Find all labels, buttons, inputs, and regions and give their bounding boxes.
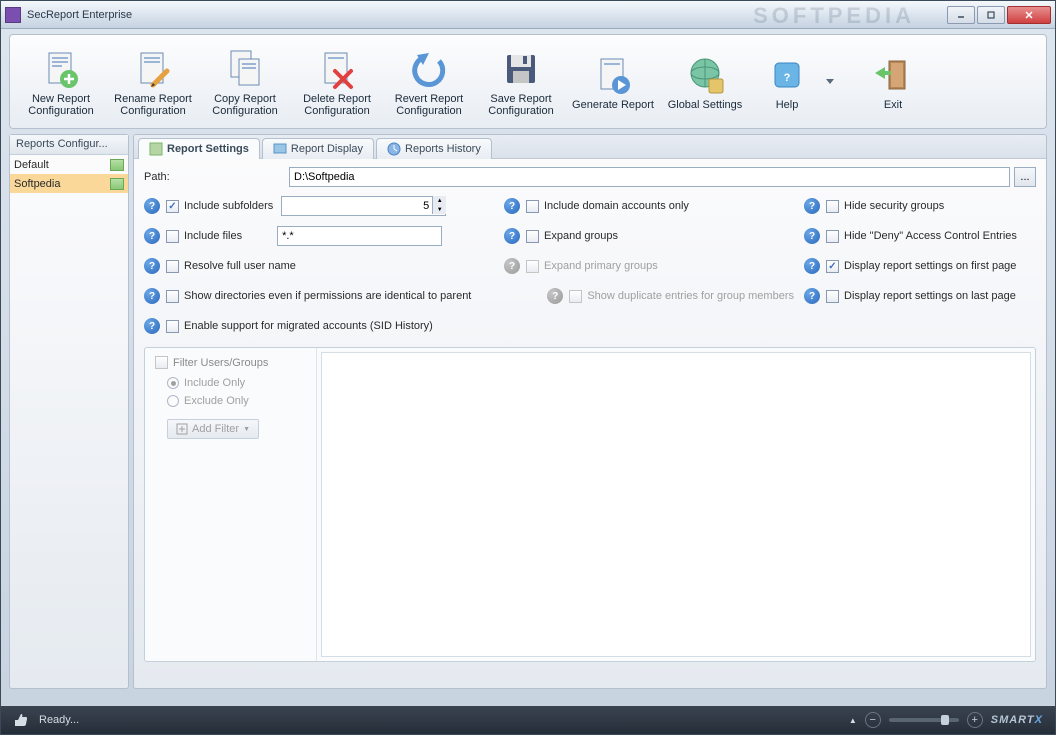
generate-report-button[interactable]: Generate Report bbox=[568, 39, 658, 125]
window-title: SecReport Enterprise bbox=[27, 9, 947, 21]
expand-primary-checkbox bbox=[526, 260, 539, 273]
generate-report-icon bbox=[591, 53, 635, 97]
help-icon[interactable]: ? bbox=[504, 198, 520, 214]
hide-security-checkbox[interactable] bbox=[826, 200, 839, 213]
content-panel: Report Settings Report Display Reports H… bbox=[133, 134, 1047, 689]
settings-body: Path: ... ? Include subfolders ▲▼ ? bbox=[134, 159, 1046, 670]
chevron-down-icon: ▼ bbox=[243, 426, 250, 433]
toolbar: New Report Configuration Rename Report C… bbox=[9, 34, 1047, 129]
spinner-down[interactable]: ▼ bbox=[432, 205, 446, 214]
include-subfolders-checkbox[interactable] bbox=[166, 200, 179, 213]
help-icon[interactable]: ? bbox=[504, 228, 520, 244]
exclude-only-radio[interactable] bbox=[167, 395, 179, 407]
tab-report-display[interactable]: Report Display bbox=[262, 138, 374, 159]
filter-list[interactable] bbox=[321, 352, 1031, 657]
help-icon[interactable]: ? bbox=[804, 228, 820, 244]
svg-text:?: ? bbox=[784, 72, 791, 84]
tab-report-settings[interactable]: Report Settings bbox=[138, 138, 260, 159]
titlebar[interactable]: SecReport Enterprise SOFTPEDIA bbox=[1, 1, 1055, 29]
resolve-name-checkbox[interactable] bbox=[166, 260, 179, 273]
app-icon bbox=[5, 7, 21, 23]
history-tab-icon bbox=[387, 142, 401, 156]
help-icon: ? bbox=[504, 258, 520, 274]
zoom-out-button[interactable]: − bbox=[865, 712, 881, 728]
copy-report-button[interactable]: Copy Report Configuration bbox=[200, 39, 290, 125]
exit-button[interactable]: Exit bbox=[858, 39, 928, 125]
zoom-slider[interactable] bbox=[889, 718, 959, 722]
delete-report-icon bbox=[315, 47, 359, 91]
files-pattern-input[interactable] bbox=[277, 226, 442, 246]
subfolder-depth-input[interactable] bbox=[281, 196, 446, 216]
copy-report-icon bbox=[223, 47, 267, 91]
chevron-down-icon bbox=[826, 79, 834, 84]
add-filter-button[interactable]: Add Filter ▼ bbox=[167, 419, 259, 439]
sidebar-header: Reports Configur... bbox=[10, 135, 128, 155]
report-icon bbox=[110, 159, 124, 171]
app-window: SecReport Enterprise SOFTPEDIA New Repor… bbox=[0, 0, 1056, 735]
tab-reports-history[interactable]: Reports History bbox=[376, 138, 492, 159]
status-text: Ready... bbox=[39, 714, 79, 726]
thumbs-up-icon bbox=[13, 712, 29, 728]
expand-groups-checkbox[interactable] bbox=[526, 230, 539, 243]
help-icon[interactable]: ? bbox=[804, 258, 820, 274]
show-duplicate-checkbox bbox=[569, 290, 582, 303]
show-identical-checkbox[interactable] bbox=[166, 290, 179, 303]
tab-bar: Report Settings Report Display Reports H… bbox=[134, 135, 1046, 159]
help-icon: ? bbox=[547, 288, 563, 304]
globe-settings-icon bbox=[683, 53, 727, 97]
revert-report-icon bbox=[407, 47, 451, 91]
new-report-button[interactable]: New Report Configuration bbox=[16, 39, 106, 125]
exit-icon bbox=[871, 53, 915, 97]
add-filter-icon bbox=[176, 423, 188, 435]
save-report-button[interactable]: Save Report Configuration bbox=[476, 39, 566, 125]
help-icon: ? bbox=[765, 53, 809, 97]
help-icon[interactable]: ? bbox=[144, 318, 160, 334]
domain-accounts-checkbox[interactable] bbox=[526, 200, 539, 213]
help-icon[interactable]: ? bbox=[144, 288, 160, 304]
help-dropdown[interactable] bbox=[824, 79, 836, 84]
path-label: Path: bbox=[144, 171, 289, 183]
statusbar: Ready... ▲ − + SMARTX bbox=[1, 706, 1055, 734]
brand-logo: SMARTX bbox=[991, 714, 1043, 726]
revert-report-button[interactable]: Revert Report Configuration bbox=[384, 39, 474, 125]
sidebar-item-softpedia[interactable]: Softpedia bbox=[10, 174, 128, 193]
zoom-in-button[interactable]: + bbox=[967, 712, 983, 728]
minimize-button[interactable] bbox=[947, 6, 975, 24]
save-report-icon bbox=[499, 47, 543, 91]
sidebar: Reports Configur... Default Softpedia bbox=[9, 134, 129, 689]
close-button[interactable] bbox=[1007, 6, 1051, 24]
chevron-up-icon[interactable]: ▲ bbox=[849, 716, 857, 725]
settings-tab-icon bbox=[149, 142, 163, 156]
report-icon bbox=[110, 178, 124, 190]
global-settings-button[interactable]: Global Settings bbox=[660, 39, 750, 125]
display-first-checkbox[interactable] bbox=[826, 260, 839, 273]
help-icon[interactable]: ? bbox=[144, 258, 160, 274]
sidebar-item-default[interactable]: Default bbox=[10, 155, 128, 174]
include-files-checkbox[interactable] bbox=[166, 230, 179, 243]
enable-sid-checkbox[interactable] bbox=[166, 320, 179, 333]
filter-panel: Filter Users/Groups Include Only Exclude… bbox=[144, 347, 1036, 662]
include-only-radio[interactable] bbox=[167, 377, 179, 389]
help-icon[interactable]: ? bbox=[144, 228, 160, 244]
new-report-icon bbox=[39, 47, 83, 91]
display-last-checkbox[interactable] bbox=[826, 290, 839, 303]
maximize-button[interactable] bbox=[977, 6, 1005, 24]
delete-report-button[interactable]: Delete Report Configuration bbox=[292, 39, 382, 125]
path-input[interactable] bbox=[289, 167, 1010, 187]
display-tab-icon bbox=[273, 142, 287, 156]
hide-deny-checkbox[interactable] bbox=[826, 230, 839, 243]
rename-report-button[interactable]: Rename Report Configuration bbox=[108, 39, 198, 125]
spinner-up[interactable]: ▲ bbox=[432, 196, 446, 205]
help-icon[interactable]: ? bbox=[144, 198, 160, 214]
help-icon[interactable]: ? bbox=[804, 198, 820, 214]
help-icon[interactable]: ? bbox=[804, 288, 820, 304]
filter-users-checkbox[interactable] bbox=[155, 356, 168, 369]
help-button[interactable]: ? Help bbox=[752, 39, 822, 125]
browse-button[interactable]: ... bbox=[1014, 167, 1036, 187]
rename-report-icon bbox=[131, 47, 175, 91]
